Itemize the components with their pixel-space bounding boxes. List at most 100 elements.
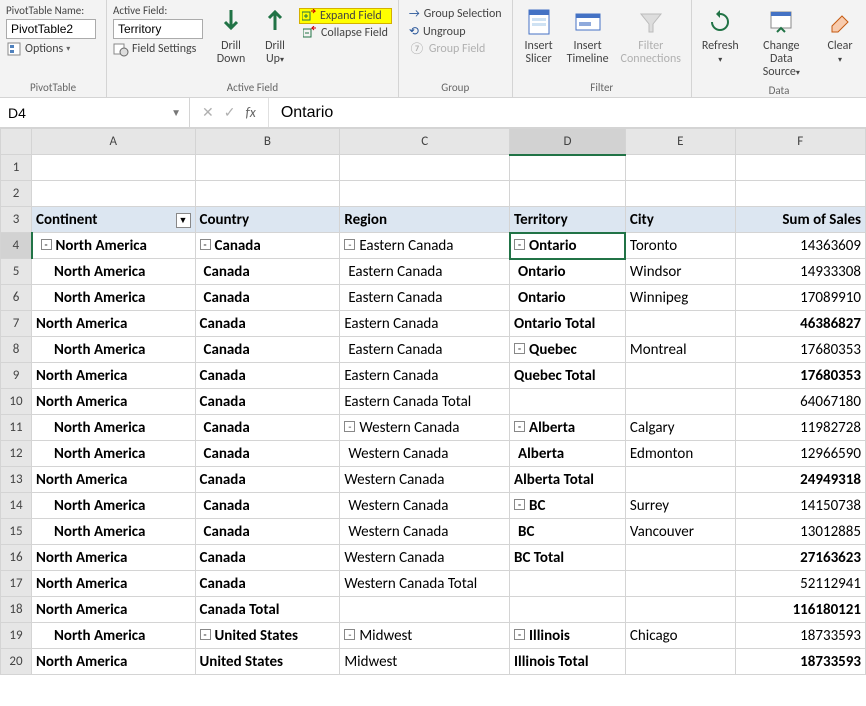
cell[interactable]: -Quebec [510, 337, 626, 363]
cell[interactable]: Canada [195, 441, 340, 467]
cell[interactable]: North America [32, 545, 195, 571]
row-header[interactable]: 18 [1, 597, 32, 623]
cell[interactable]: 14150738 [735, 493, 865, 519]
insert-timeline-button[interactable]: InsertTimeline [563, 4, 613, 68]
cell[interactable]: Western Canada [340, 493, 510, 519]
cell[interactable]: Western Canada [340, 519, 510, 545]
row-header[interactable]: 10 [1, 389, 32, 415]
cell[interactable]: United States [195, 649, 340, 675]
row-header[interactable]: 5 [1, 259, 32, 285]
cell[interactable]: 14933308 [735, 259, 865, 285]
pivot-header-cell[interactable]: Continent▼ [32, 207, 195, 233]
row-header[interactable]: 9 [1, 363, 32, 389]
collapse-toggle-icon[interactable]: - [200, 629, 211, 640]
cell[interactable]: 17089910 [735, 285, 865, 311]
cell[interactable]: Western Canada [340, 441, 510, 467]
cell[interactable] [510, 389, 626, 415]
group-selection-button[interactable]: → Group Selection [405, 6, 506, 22]
cell[interactable]: -Midwest [340, 623, 510, 649]
cell[interactable] [195, 181, 340, 207]
cell[interactable] [625, 649, 735, 675]
cell[interactable] [32, 181, 195, 207]
col-header-F[interactable]: F [735, 129, 865, 155]
row-header[interactable]: 4 [1, 233, 32, 259]
collapse-toggle-icon[interactable]: - [344, 629, 355, 640]
cell[interactable]: BC [510, 519, 626, 545]
collapse-toggle-icon[interactable]: - [344, 421, 355, 432]
cell[interactable] [625, 181, 735, 207]
cell[interactable]: Eastern Canada [340, 259, 510, 285]
cell[interactable]: Toronto [625, 233, 735, 259]
cell[interactable]: Eastern Canada [340, 311, 510, 337]
cell[interactable] [340, 181, 510, 207]
change-data-source-button[interactable]: Change DataSource▾ [747, 4, 816, 82]
row-header[interactable]: 11 [1, 415, 32, 441]
cancel-icon[interactable]: ✕ [202, 104, 214, 121]
cell[interactable] [340, 597, 510, 623]
cell[interactable]: North America [32, 467, 195, 493]
cell[interactable]: Eastern Canada [340, 337, 510, 363]
cell[interactable]: -Eastern Canada [340, 233, 510, 259]
cell[interactable]: -Canada [195, 233, 340, 259]
cell[interactable] [340, 155, 510, 181]
expand-field-button[interactable]: Expand Field [299, 8, 392, 24]
row-header[interactable]: 1 [1, 155, 32, 181]
cell[interactable] [32, 155, 195, 181]
drill-up-button[interactable]: DrillUp▾ [255, 4, 295, 68]
cell[interactable] [735, 181, 865, 207]
cell[interactable]: Canada [195, 519, 340, 545]
cell[interactable]: Canada [195, 545, 340, 571]
collapse-toggle-icon[interactable]: - [41, 239, 52, 250]
cell[interactable]: 11982728 [735, 415, 865, 441]
row-header[interactable]: 2 [1, 181, 32, 207]
cell[interactable]: 17680353 [735, 363, 865, 389]
collapse-toggle-icon[interactable]: - [514, 239, 525, 250]
fx-icon[interactable]: fx [245, 104, 255, 121]
col-header-D[interactable]: D [510, 129, 626, 155]
field-settings-button[interactable]: Field Settings [113, 41, 207, 57]
name-box-input[interactable] [8, 105, 148, 121]
row-header[interactable]: 3 [1, 207, 32, 233]
cell[interactable] [625, 389, 735, 415]
cell[interactable]: 24949318 [735, 467, 865, 493]
cell[interactable] [625, 363, 735, 389]
cell[interactable]: 52112941 [735, 571, 865, 597]
cell[interactable]: Canada [195, 311, 340, 337]
cell[interactable]: North America [32, 649, 195, 675]
cell[interactable]: North America [32, 311, 195, 337]
cell[interactable]: Canada [195, 389, 340, 415]
formula-input[interactable] [269, 104, 866, 122]
cell[interactable]: -BC [510, 493, 626, 519]
cell[interactable]: Canada [195, 493, 340, 519]
row-header[interactable]: 17 [1, 571, 32, 597]
cell[interactable]: North America [32, 337, 195, 363]
cell[interactable]: 64067180 [735, 389, 865, 415]
cell[interactable] [625, 467, 735, 493]
cell[interactable]: 13012885 [735, 519, 865, 545]
cell[interactable] [510, 571, 626, 597]
dropdown-arrow-icon[interactable]: ▼ [171, 106, 181, 119]
cell[interactable] [625, 311, 735, 337]
collapse-field-button[interactable]: Collapse Field [299, 25, 392, 41]
row-header[interactable]: 14 [1, 493, 32, 519]
cell[interactable]: -North America [32, 233, 195, 259]
filter-dropdown-icon[interactable]: ▼ [176, 213, 191, 228]
cell[interactable]: Vancouver [625, 519, 735, 545]
pivot-header-cell[interactable]: Country [195, 207, 340, 233]
cell[interactable]: Midwest [340, 649, 510, 675]
pivottable-options-button[interactable]: Options ▾ [6, 41, 100, 57]
cell[interactable]: Montreal [625, 337, 735, 363]
cell[interactable]: North America [32, 389, 195, 415]
cell[interactable] [735, 155, 865, 181]
row-header[interactable]: 7 [1, 311, 32, 337]
cell[interactable]: Canada Total [195, 597, 340, 623]
row-header[interactable]: 16 [1, 545, 32, 571]
row-header[interactable]: 15 [1, 519, 32, 545]
cell[interactable]: Chicago [625, 623, 735, 649]
cell[interactable]: -Alberta [510, 415, 626, 441]
cell[interactable]: North America [32, 363, 195, 389]
cell[interactable]: North America [32, 597, 195, 623]
col-header-C[interactable]: C [340, 129, 510, 155]
cell[interactable]: Alberta Total [510, 467, 626, 493]
drill-down-button[interactable]: DrillDown [211, 4, 251, 68]
